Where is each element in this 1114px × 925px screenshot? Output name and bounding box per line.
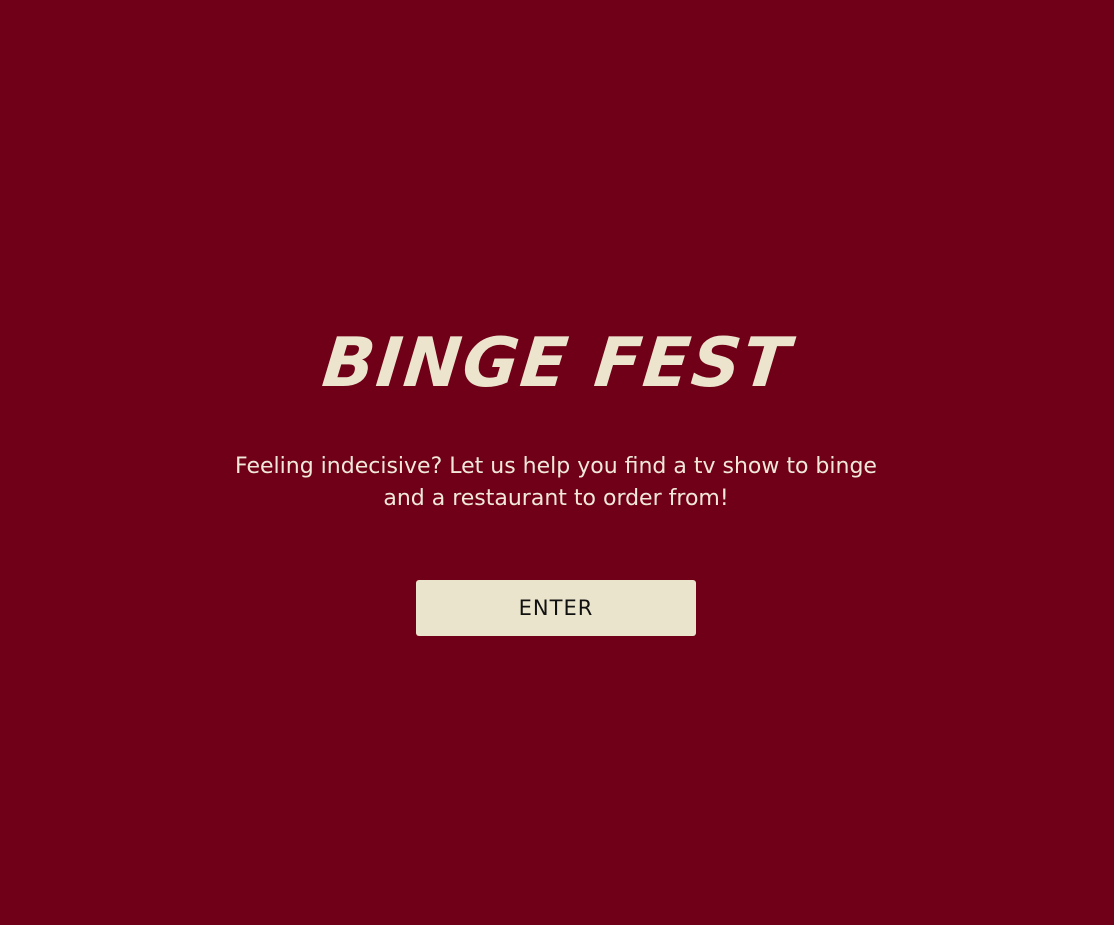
tagline: Feeling indecisive? Let us help you find… bbox=[235, 454, 877, 511]
landing-page: BINGE FEST Feeling indecisive? Let us he… bbox=[0, 0, 1114, 925]
enter-button[interactable]: ENTER bbox=[416, 580, 696, 636]
page-title: BINGE FEST bbox=[318, 324, 796, 403]
